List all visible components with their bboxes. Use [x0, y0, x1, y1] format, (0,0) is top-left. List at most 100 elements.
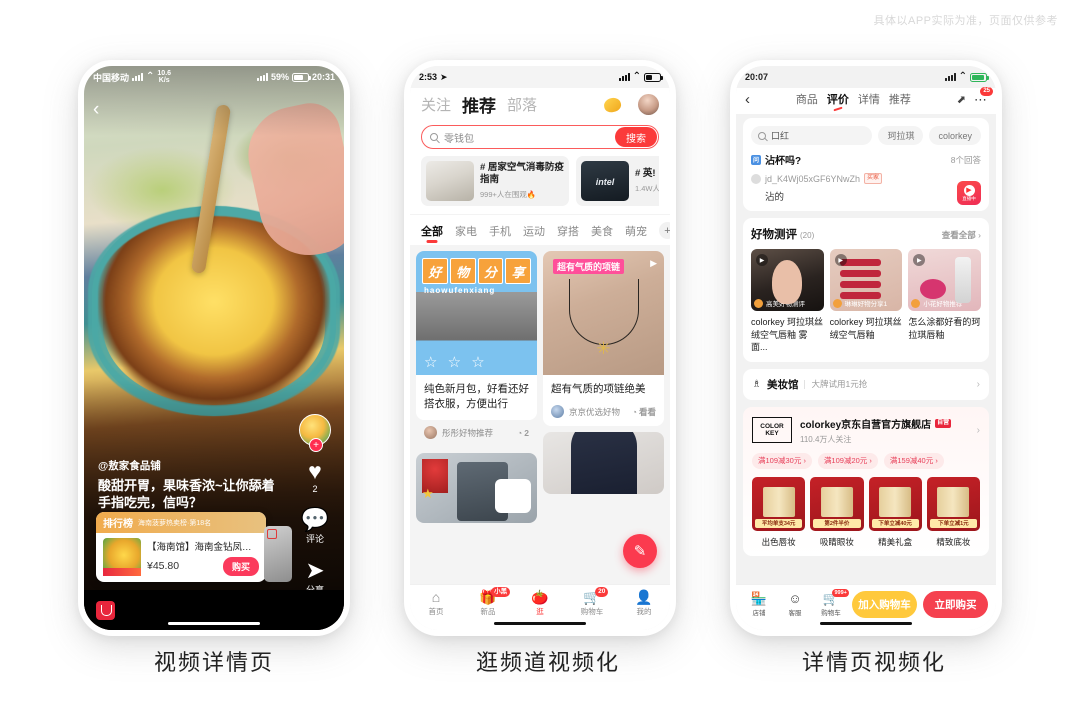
live-button[interactable]: ▶ 直播中 [957, 181, 981, 205]
category-food[interactable]: 美食 [591, 223, 613, 239]
beauty-icon: ♗ [752, 378, 761, 390]
bottom-item-shop[interactable]: 🏪 店铺 [744, 590, 774, 617]
shop-header[interactable]: COLOR KEY colorkey京东自营官方旗舰店 自营 110.4万人关注 [752, 416, 980, 445]
tab-details[interactable]: 详情 [858, 91, 880, 107]
coin-icon[interactable] [602, 95, 623, 114]
feed-image: 超有气质的项链 ▶ ✳ [543, 251, 664, 375]
product-card[interactable]: 排行榜 海南菠萝热卖榜·第18名 【海南馆】海南金钻凤梨... ¥45.80 购… [96, 512, 266, 582]
feed-card[interactable]: 超有气质的项链 ▶ ✳ 超有气质的项链绝美 京京优选好物 ◔ 看看 [543, 251, 664, 427]
play-icon[interactable]: ▶ [756, 254, 768, 266]
feed-user[interactable]: 彤彤好物推荐 [442, 427, 512, 439]
category-fashion[interactable]: 穿搭 [557, 223, 579, 239]
category-phone[interactable]: 手机 [489, 223, 511, 239]
nav-item-home[interactable]: ⌂ 首页 [410, 589, 462, 617]
topic-card[interactable]: # 居家空气消毒防疫指南 999+人在围观🔥 [421, 156, 569, 206]
tab-recommend[interactable]: 推荐 [889, 91, 911, 107]
category-sport[interactable]: 运动 [523, 223, 545, 239]
more-icon[interactable]: ⋯ 25 [974, 86, 993, 106]
question-icon: 问 [751, 154, 761, 165]
search-button[interactable]: 搜索 [615, 127, 657, 147]
avatar[interactable] [638, 94, 659, 115]
review-video-item[interactable]: ▶ 琳琳好物分享1 colorkey 珂拉琪丝绒空气唇釉 [829, 249, 903, 354]
feed-card[interactable] [543, 432, 664, 495]
comment-button[interactable]: 💬 评论 [292, 508, 338, 545]
search-bar[interactable]: 零钱包 搜索 [421, 125, 659, 149]
rank-banner: 排行榜 海南菠萝热卖榜·第18名 [96, 512, 266, 533]
live-label: 直播中 [962, 195, 976, 201]
play-icon[interactable]: ▶ [650, 258, 657, 269]
topic-image [581, 161, 629, 201]
bottom-item-cart[interactable]: 🛒 购物车 999+ [816, 588, 850, 617]
review-video-item[interactable]: ▶ 高美好物测评 colorkey 珂拉琪丝绒空气唇釉 雾面... [751, 249, 824, 354]
shop-product-item[interactable]: 平均单支34元 出色唇妆 [752, 476, 806, 548]
cart-badge: 999+ [832, 588, 850, 597]
author-avatar[interactable]: + [299, 414, 331, 452]
compose-fab-button[interactable]: ✎ [623, 534, 657, 568]
shop-product-item[interactable]: 下单立减1元 精致底妆 [926, 476, 980, 548]
buy-now-button[interactable]: 立即购买 [923, 591, 988, 618]
qa-search-input[interactable]: 口红 [751, 126, 873, 145]
back-button[interactable]: ‹ [745, 92, 750, 107]
review-user: 高美好物测评 [766, 301, 805, 308]
related-video-thumb[interactable] [264, 526, 292, 582]
coupon-tag[interactable]: 满109减30元 › [752, 452, 812, 469]
feed-likes[interactable]: ◔ 看看 [632, 406, 656, 418]
nav-item-new[interactable]: 🎁 新品 小黑 [462, 587, 514, 617]
share-icon[interactable]: ⬈ [957, 93, 966, 106]
shop-panel: COLOR KEY colorkey京东自营官方旗舰店 自营 110.4万人关注 [743, 406, 989, 556]
shop-product-item[interactable]: 第2件半价 吸睛眼妆 [810, 476, 864, 548]
back-button[interactable]: ‹ [93, 100, 99, 119]
category-pets[interactable]: 萌宠 [625, 223, 647, 239]
reviews-see-all[interactable]: 查看全部 › [942, 229, 981, 241]
detail-scroll-body[interactable]: 口红 珂拉琪 colorkey 问 沾杯吗? 8个回答 jd_K4Wj05xGF… [736, 118, 996, 590]
tab-reviews[interactable]: 评价 [827, 91, 849, 107]
shop-product-item[interactable]: 下单立减40元 精美礼盒 [868, 476, 922, 548]
play-icon[interactable]: ▶ [913, 254, 926, 266]
feed-likes[interactable]: ◔ 2 [517, 428, 529, 438]
discover-icon: 🍅 [531, 589, 549, 605]
jd-logo-icon[interactable] [96, 600, 115, 620]
tab-buluo[interactable]: 部落 [507, 94, 537, 115]
nav-item-cart[interactable]: 🛒 购物车 20 [566, 587, 618, 617]
person-icon: 👤 [635, 589, 653, 605]
qa-chip-colorkey[interactable]: colorkey [929, 126, 981, 145]
category-all[interactable]: 全部 [421, 223, 443, 239]
coupon-tag[interactable]: 满109减20元 › [817, 452, 878, 469]
add-category-icon[interactable]: + [659, 222, 670, 239]
tab-product[interactable]: 商品 [796, 91, 818, 107]
follow-button[interactable]: + [309, 438, 323, 452]
qa-chip-kelaqi[interactable]: 珂拉琪 [878, 126, 924, 145]
tab-tuijian[interactable]: 推荐 [462, 92, 496, 117]
search-input[interactable]: 零钱包 [444, 130, 474, 145]
like-button[interactable]: ♥ 2 [292, 460, 338, 495]
coupon-tag[interactable]: 满159减40元 › [883, 452, 944, 469]
author-name[interactable]: @敖家食品铺 [98, 458, 284, 473]
add-to-cart-button[interactable]: 加入购物车 [852, 591, 917, 618]
category-appliance[interactable]: 家电 [455, 223, 477, 239]
nav-item-profile[interactable]: 👤 我的 [618, 589, 670, 617]
feed-card[interactable]: ★ [416, 453, 537, 524]
tab-guanzhu[interactable]: 关注 [421, 94, 451, 115]
qa-question-text: 沾杯吗? [765, 156, 802, 167]
buy-button[interactable]: 购买 [222, 556, 259, 576]
bottom-item-service[interactable]: ☺ 客服 [780, 591, 810, 617]
signal-icon [944, 73, 956, 81]
chevron-right-icon[interactable]: › [977, 425, 980, 436]
beauty-hall-row[interactable]: ♗ 美妆馆 大牌试用1元抢 › [743, 368, 989, 400]
battery-icon [644, 72, 663, 82]
feed-user[interactable]: 京京优选好物 [569, 406, 627, 418]
topic-card[interactable]: # 英! 1.4W人 [576, 156, 659, 206]
avatar [911, 298, 921, 308]
reviews-title: 好物测评 [751, 229, 797, 241]
reviews-panel: 好物测评 (20) 查看全部 › ▶ 高美好物测评 colorkey 珂拉琪丝绒… [743, 218, 989, 362]
phone-mockup-channel-feed: 2:53 ➤ ⌃ 关注 推荐 部落 零钱包 搜索 # 居家空气消毒防疫指南 99… [404, 60, 676, 636]
product-image: 下单立减40元 [868, 476, 922, 531]
phone-mockups-stage: 中国移动 ⌃ 10.6 K/s 59% 20:31 ‹ + ♥ 2 💬 评论 ➤… [0, 55, 1080, 645]
feed-card[interactable]: 好物分享 haowufenxiang ☆ ☆ ☆ 纯色新月包，好看还好搭衣服，方… [416, 251, 537, 421]
qa-question-row[interactable]: 问 沾杯吗? 8个回答 [751, 152, 981, 167]
shop-icon: 🏪 [750, 590, 768, 606]
nav-item-discover[interactable]: 🍅 逛 [514, 589, 566, 617]
play-icon[interactable]: ▶ [834, 254, 847, 266]
topic-sub: 1.4W人 [635, 184, 659, 194]
review-video-item[interactable]: ▶ 小花好物推荐 怎么涂都好看的珂拉琪唇釉 [908, 249, 982, 354]
